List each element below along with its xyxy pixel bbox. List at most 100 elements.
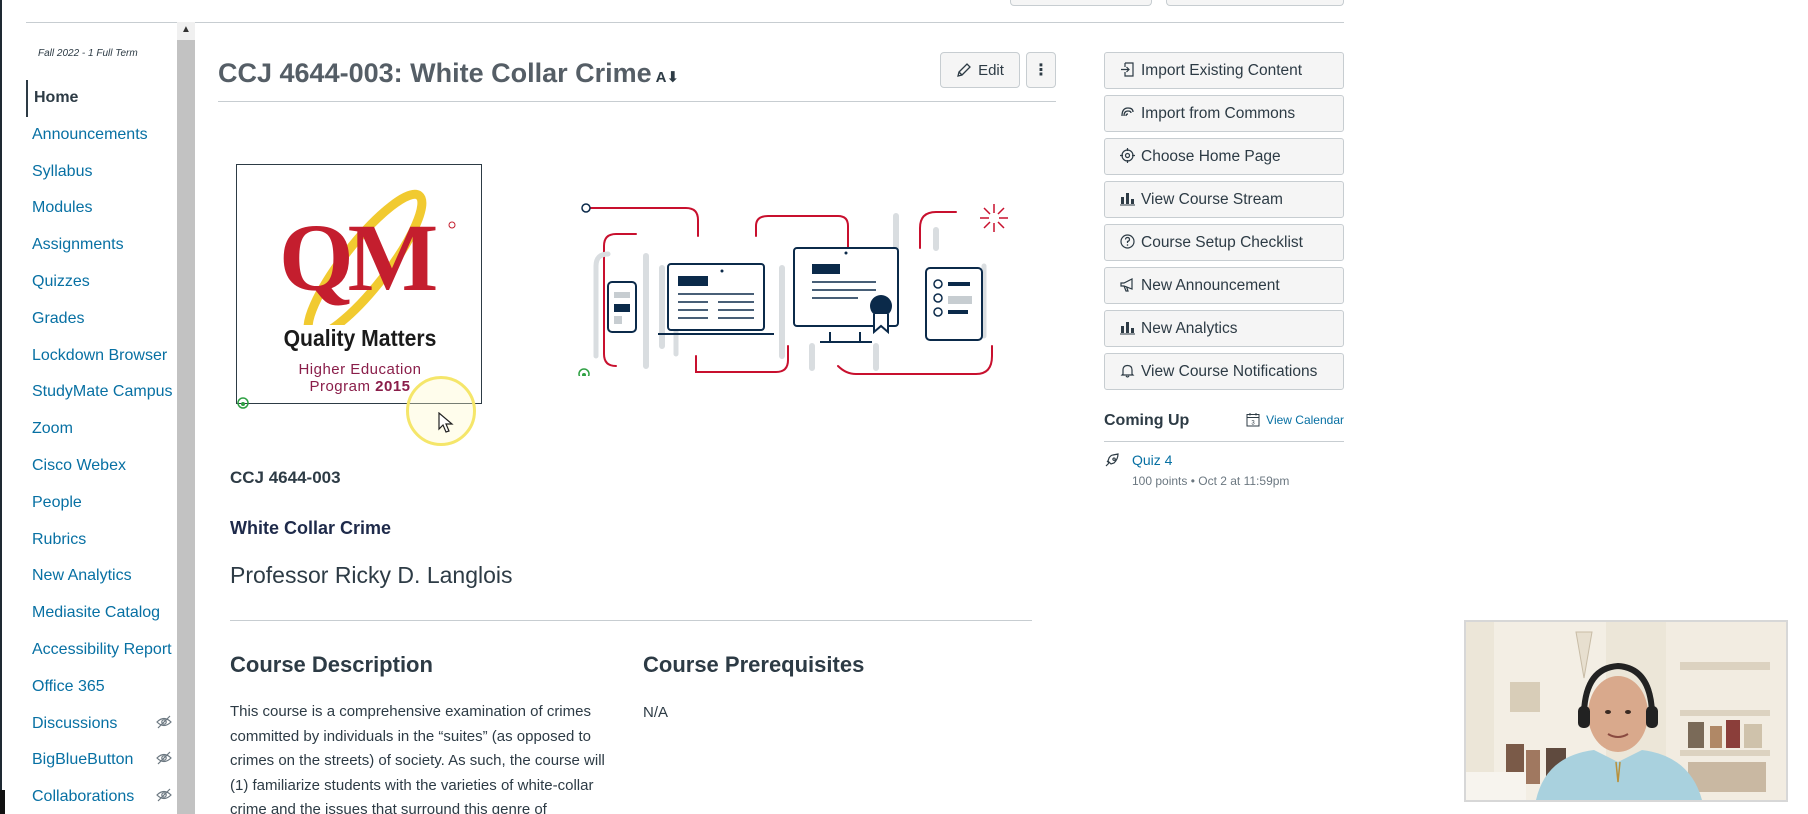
scroll-thumb[interactable] [177, 40, 195, 814]
new-analytics-label: New Analytics [1141, 319, 1238, 337]
new-announcement-button[interactable]: New Announcement [1104, 267, 1344, 304]
course-description-heading: Course Description [230, 652, 433, 677]
view-course-notifications-label: View Course Notifications [1141, 362, 1318, 380]
choose-home-page-button[interactable]: Choose Home Page [1104, 138, 1344, 175]
nav-item-label: Collaborations [32, 788, 135, 806]
nav-item-collaborations[interactable]: Collaborations [26, 779, 176, 814]
course-description-text: This course is a comprehensive examinati… [230, 703, 605, 814]
nav-item-label: BigBlueButton [32, 751, 134, 769]
top-toolbar-button-1[interactable] [1010, 0, 1152, 6]
edit-button-label: Edit [978, 61, 1004, 79]
view-calendar-link[interactable]: 3 View Calendar [1246, 412, 1344, 427]
nav-item-rubrics[interactable]: Rubrics [26, 522, 176, 559]
new-announcement-label: New Announcement [1141, 276, 1280, 294]
nav-item-cisco-webex[interactable]: Cisco Webex [26, 448, 176, 485]
hidden-eye-icon [156, 779, 172, 814]
nav-item-label: Home [34, 89, 79, 106]
nav-item-discussions[interactable]: Discussions [26, 706, 176, 743]
nav-item-studymate-campus[interactable]: StudyMate Campus [26, 374, 176, 411]
content-divider [230, 620, 1032, 621]
nav-item-label: Office 365 [32, 677, 105, 695]
import-from-commons-label: Import from Commons [1141, 104, 1296, 122]
course-setup-checklist-label: Course Setup Checklist [1141, 233, 1303, 251]
professor-name: Professor Ricky D. Langlois [230, 562, 513, 588]
nav-item-label: Mediasite Catalog [32, 604, 161, 622]
megaphone-icon [1119, 277, 1135, 295]
nav-item-label: Rubrics [32, 530, 87, 548]
coming-up-title: Coming Up [1104, 412, 1190, 429]
term-label: Fall 2022 - 1 Full Term [38, 48, 138, 59]
immersive-reader-icon[interactable]: A⬇ [656, 69, 679, 86]
hidden-eye-icon [156, 742, 172, 779]
pencil-icon [957, 63, 971, 77]
nav-item-bigbluebutton[interactable]: BigBlueButton [26, 742, 176, 779]
coming-up-item-title[interactable]: Quiz 4 [1132, 452, 1172, 468]
nav-item-lockdown-browser[interactable]: Lockdown Browser [26, 338, 176, 375]
nav-item-zoom[interactable]: Zoom [26, 411, 176, 448]
nav-scrollbar[interactable]: ▲ [177, 22, 195, 814]
nav-item-home[interactable]: Home [26, 80, 176, 117]
course-nav-list: Home Announcements Syllabus Modules Assignme… [26, 80, 176, 814]
nav-item-label: Syllabus [32, 162, 93, 180]
cursor-highlight [406, 376, 476, 446]
import-existing-content-button[interactable]: Import Existing Content [1104, 52, 1344, 89]
course-tech-illustration [578, 203, 1008, 376]
nav-item-label: People [32, 493, 82, 511]
nav-item-label: Announcements [32, 125, 148, 143]
nav-item-grades[interactable]: Grades [26, 301, 176, 338]
course-name: White Collar Crime [230, 518, 392, 538]
scroll-up-arrow-icon[interactable]: ▲ [177, 22, 195, 38]
nav-item-announcements[interactable]: Announcements [26, 117, 176, 154]
course-prerequisites-value: N/A [643, 704, 669, 721]
nav-item-label: Zoom [32, 420, 73, 438]
title-row: CCJ 4644-003: White Collar Crime A⬇ Edit … [218, 48, 1056, 102]
coming-up-header: Coming Up 3 View Calendar [1104, 410, 1344, 442]
nav-item-label: Accessibility Report [32, 640, 172, 658]
nav-item-label: Assignments [32, 236, 124, 254]
bar-chart-icon [1119, 320, 1135, 338]
window-edge-corner [0, 790, 5, 814]
view-course-stream-button[interactable]: View Course Stream [1104, 181, 1344, 218]
kebab-icon: ⋮ [1033, 62, 1049, 79]
status-indicator-icon [237, 397, 249, 409]
nav-item-people[interactable]: People [26, 485, 176, 522]
course-code: CCJ 4644-003 [230, 468, 341, 487]
nav-item-new-analytics[interactable]: New Analytics [26, 558, 176, 595]
nav-item-mediasite-catalog[interactable]: Mediasite Catalog [26, 595, 176, 632]
new-analytics-button[interactable]: New Analytics [1104, 310, 1344, 347]
target-icon [1119, 147, 1135, 166]
nav-item-assignments[interactable]: Assignments [26, 227, 176, 264]
nav-item-accessibility-report[interactable]: Accessibility Report [26, 632, 176, 669]
nav-item-label: Modules [32, 199, 93, 217]
sidebar-actions: Import Existing Content Import from Commo… [1104, 52, 1344, 390]
qm-tagline: Quality Matters [283, 325, 437, 351]
course-sidebar: Import Existing Content Import from Commo… [1104, 52, 1344, 488]
qm-logo-mark: QM [279, 189, 456, 325]
nav-item-modules[interactable]: Modules [26, 190, 176, 227]
course-setup-checklist-button[interactable]: Course Setup Checklist [1104, 224, 1344, 261]
nav-item-quizzes[interactable]: Quizzes [26, 264, 176, 301]
nav-item-office-365[interactable]: Office 365 [26, 669, 176, 706]
import-from-commons-button[interactable]: Import from Commons [1104, 95, 1344, 132]
top-toolbar-button-2[interactable] [1166, 0, 1344, 6]
view-course-notifications-button[interactable]: View Course Notifications [1104, 353, 1344, 390]
view-course-stream-label: View Course Stream [1141, 190, 1283, 208]
bell-icon [1119, 363, 1135, 381]
more-options-button[interactable]: ⋮ [1026, 52, 1056, 88]
nav-item-label: Grades [32, 309, 85, 327]
nav-item-label: New Analytics [32, 567, 132, 585]
canvas-course-home: Fall 2022 - 1 Full Term Home Announcement… [0, 0, 1808, 814]
svg-text:QM: QM [279, 204, 436, 311]
nav-item-label: StudyMate Campus [32, 383, 173, 401]
calendar-icon: 3 [1246, 413, 1260, 427]
choose-home-page-label: Choose Home Page [1141, 147, 1281, 165]
edit-button[interactable]: Edit [940, 52, 1020, 88]
course-navigation: Fall 2022 - 1 Full Term Home Announcement… [26, 40, 176, 814]
course-prerequisites-heading: Course Prerequisites [643, 652, 865, 677]
header-divider [26, 22, 1344, 23]
page-title-text: CCJ 4644-003: White Collar Crime [218, 58, 652, 88]
bar-chart-icon [1119, 191, 1135, 209]
nav-item-syllabus[interactable]: Syllabus [26, 154, 176, 191]
mouse-cursor-icon [438, 412, 454, 433]
nav-item-label: Discussions [32, 714, 118, 732]
